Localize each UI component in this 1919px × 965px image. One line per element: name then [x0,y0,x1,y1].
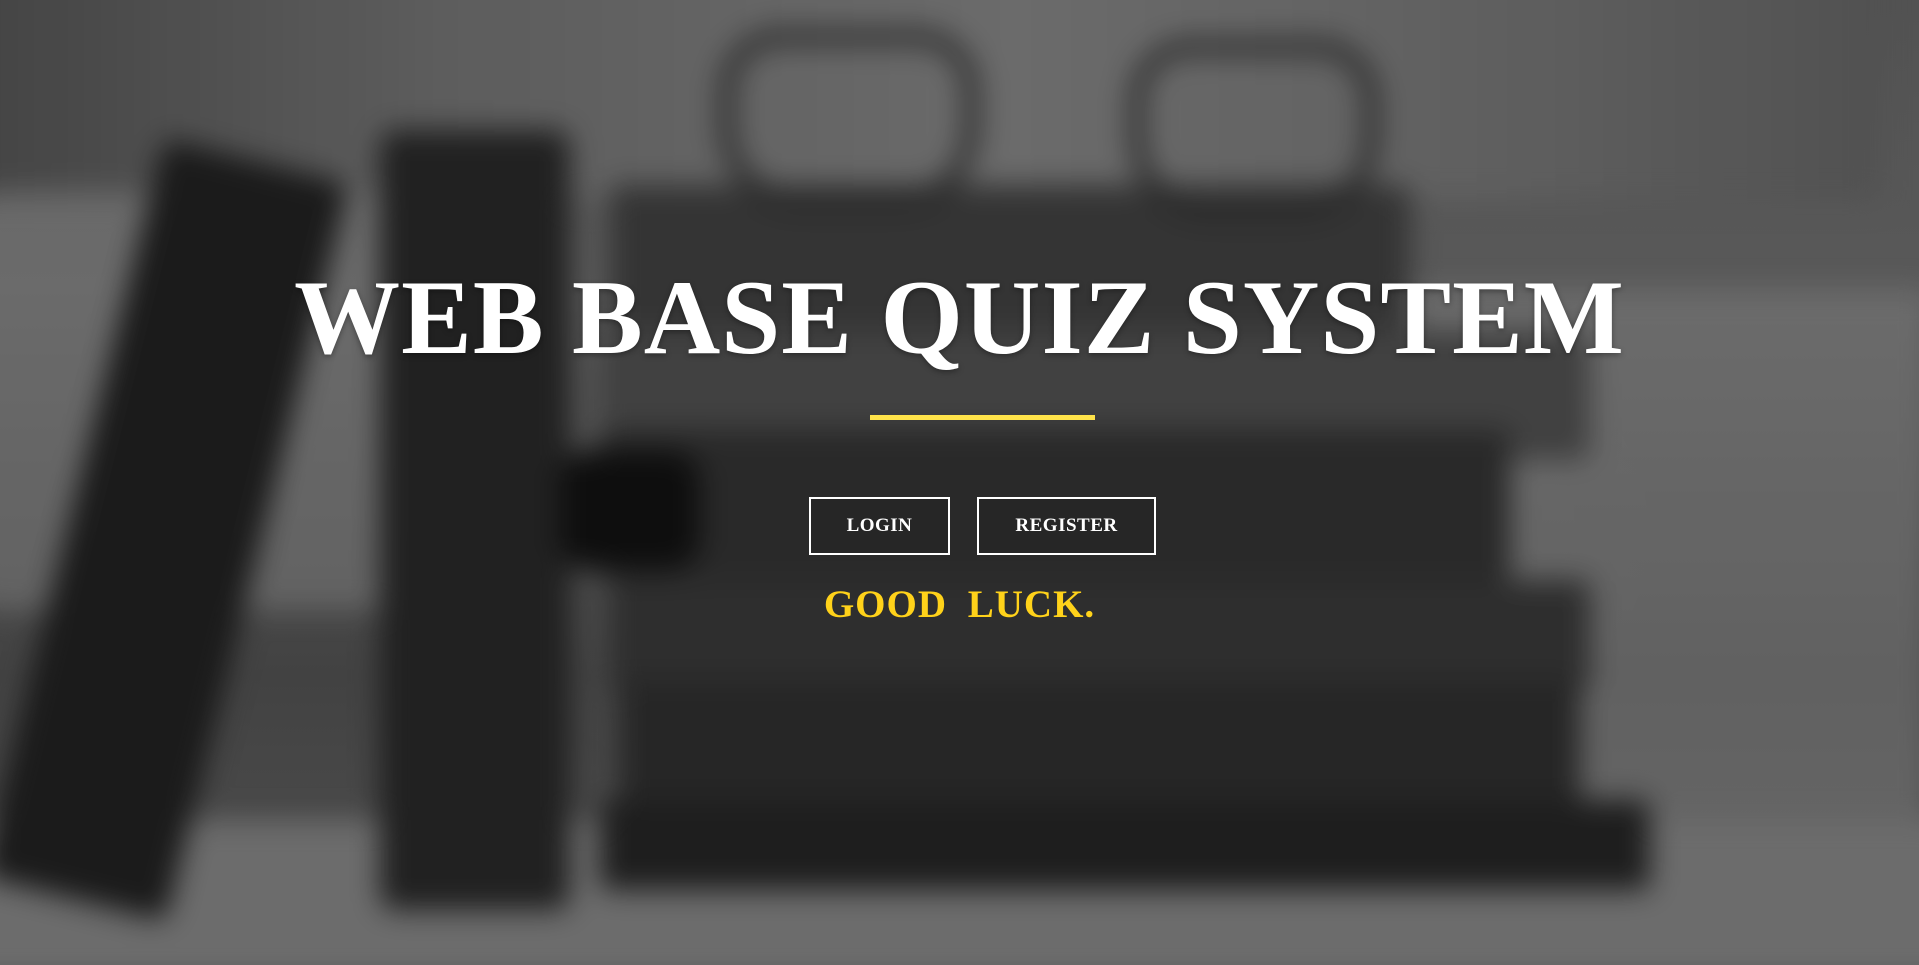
hero-content: WEB BASE QUIZ SYSTEM LOGIN REGISTER GOOD… [0,0,1919,965]
page-title: WEB BASE QUIZ SYSTEM [294,259,1625,376]
login-button[interactable]: LOGIN [809,497,950,555]
action-buttons: LOGIN REGISTER [809,497,1156,555]
register-button[interactable]: REGISTER [977,497,1156,555]
title-underline [870,415,1095,420]
hero-section: WEB BASE QUIZ SYSTEM LOGIN REGISTER GOOD… [0,0,1919,965]
good-luck-tagline: GOOD LUCK. [823,583,1096,626]
